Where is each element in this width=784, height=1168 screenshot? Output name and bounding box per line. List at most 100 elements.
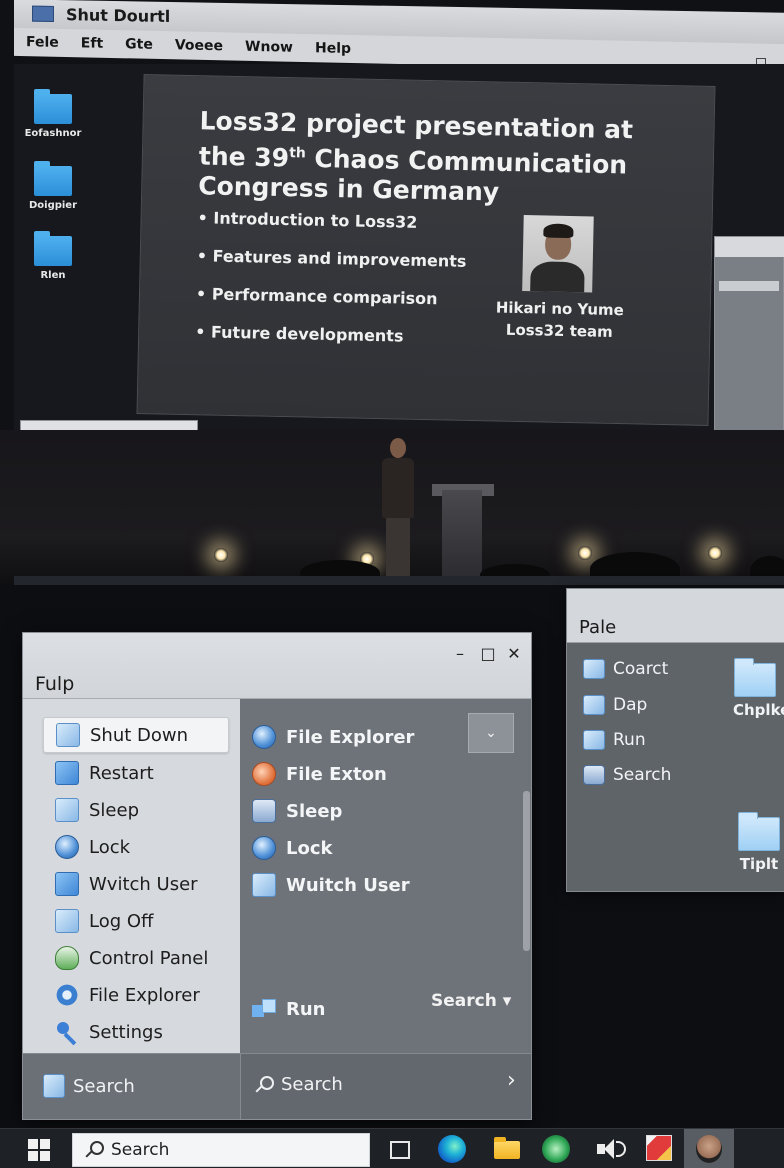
chevron-right-icon[interactable]: › [507, 1068, 516, 1093]
right-item-file-exton[interactable]: File Exton [252, 756, 452, 792]
scrollbar[interactable] [523, 791, 530, 951]
desktop-icon-label: Rlen [40, 270, 66, 281]
menu-item-settings[interactable]: Settings [43, 1014, 229, 1050]
search-app-icon [43, 1074, 65, 1098]
start-menu-title: Fulp [35, 673, 75, 695]
menu-item-switch-user[interactable]: Wvitch User [43, 866, 229, 902]
right-item-switch-user[interactable]: Wuitch User [252, 867, 452, 903]
menu-item-label: Settings [89, 1021, 163, 1043]
volume-waves-icon [616, 1141, 626, 1157]
windows-start-icon[interactable] [28, 1139, 50, 1161]
file-explorer-icon[interactable] [492, 1135, 522, 1163]
taskbar-search-label: Search [111, 1140, 170, 1160]
file-window: Pale Coarct Dap Run Search Chplke Tiplt [566, 588, 784, 892]
menu-item-log-off[interactable]: Log Off [43, 903, 229, 939]
xbox-icon[interactable] [542, 1135, 570, 1163]
desktop-icon[interactable]: Rlen [18, 231, 88, 281]
menu-item-sleep[interactable]: Sleep [43, 792, 229, 828]
menu-item-file-explorer[interactable]: File Explorer [43, 977, 229, 1013]
file-item-search[interactable]: Search [583, 765, 671, 785]
switch-user-icon [55, 872, 79, 896]
window-app-icon [32, 5, 54, 22]
file-window-titlebar: Pale [567, 589, 784, 643]
chevron-down-icon[interactable]: ⌄ [468, 713, 514, 753]
menu-item-go[interactable]: Gte [125, 36, 153, 53]
maximize-button[interactable]: □ [477, 643, 499, 665]
file-item-label: Coarct [613, 659, 669, 679]
taskbar-search-box[interactable]: Search [72, 1133, 370, 1167]
task-view-icon[interactable] [384, 1135, 414, 1163]
right-item-label: Wuitch User [286, 874, 410, 896]
menu-item-label: Restart [89, 762, 154, 784]
projected-taskbar [14, 576, 784, 585]
menu-item-edit[interactable]: Eft [81, 35, 103, 51]
right-item-run[interactable]: Run [252, 991, 452, 1027]
close-button[interactable]: ✕ [503, 643, 525, 665]
folder-icon [734, 658, 776, 697]
taskbar: Search [0, 1128, 784, 1168]
menu-item-view[interactable]: Voeee [175, 37, 223, 54]
photos-app-icon[interactable] [646, 1135, 672, 1161]
screen: Shut Dourtl Fele Eft Gte Voeee Wnow Help… [0, 0, 784, 1168]
folder-chplke[interactable]: Chplke [733, 658, 784, 719]
search-label: Search [281, 1074, 343, 1095]
search-button[interactable]: Search [43, 1074, 135, 1098]
folder-icon [34, 231, 72, 266]
right-item-file-explorer[interactable]: File Explorer [252, 719, 452, 755]
shutdown-icon [56, 723, 80, 747]
file-item-run[interactable]: Run [583, 730, 646, 750]
folder-icon [583, 695, 605, 715]
desktop-icon[interactable]: Doigpier [18, 161, 88, 211]
menu-item-help[interactable]: Help [315, 40, 351, 57]
search-dropdown[interactable]: Search ▾ [431, 991, 511, 1011]
file-explorer-icon [55, 983, 79, 1007]
search-icon [85, 1141, 104, 1159]
file-window-title: Pale [579, 617, 617, 638]
slide-bullet: Introduction to Loss32 [197, 208, 467, 233]
sleep-icon [55, 798, 79, 822]
run-icon [252, 997, 276, 1021]
menu-item-restart[interactable]: Restart [43, 755, 229, 791]
search-icon [255, 1075, 274, 1094]
control-panel-icon [55, 946, 79, 970]
slide-bullet: Performance comparison [196, 284, 466, 309]
search-button[interactable]: Search [255, 1074, 343, 1095]
projected-screen-photo: Shut Dourtl Fele Eft Gte Voeee Wnow Help… [0, 0, 784, 585]
folder-icon [34, 161, 72, 196]
slide-bullet-list: Introduction to Loss32 Features and impr… [195, 208, 468, 366]
search-label: Search [73, 1075, 135, 1097]
log-off-icon [55, 909, 79, 933]
right-item-sleep[interactable]: Sleep [252, 793, 452, 829]
menu-item-label: Log Off [89, 910, 154, 932]
search-icon [583, 765, 605, 785]
folder-tiplt[interactable]: Tiplt [737, 812, 781, 873]
file-item-label: Dap [613, 695, 648, 715]
lock-icon [252, 836, 276, 860]
sleep-icon [252, 799, 276, 823]
folder-label: Tiplt [739, 855, 779, 873]
menu-item-control-panel[interactable]: Control Panel [43, 940, 229, 976]
minimize-button[interactable]: – [449, 643, 471, 665]
slide-title: Loss32 project presentation at the 39th … [198, 106, 670, 211]
file-item-dap[interactable]: Dap [583, 695, 647, 715]
desktop-icon[interactable]: Eofashnor [18, 89, 88, 139]
folder-icon [583, 730, 605, 750]
file-item-coarct[interactable]: Coarct [583, 659, 668, 679]
speaker-name: Hikari no Yume [495, 298, 624, 320]
speaker-team: Loss32 team [505, 320, 613, 341]
right-item-label: Sleep [286, 800, 343, 822]
folder-icon [738, 812, 780, 851]
presentation-slide: Loss32 project presentation at the 39th … [136, 74, 716, 426]
projected-window-title: Shut Dourtl [66, 5, 171, 27]
menu-item-label: Lock [89, 836, 131, 858]
edge-browser-icon[interactable] [438, 1135, 466, 1163]
right-item-lock[interactable]: Lock [252, 830, 452, 866]
menu-item-file[interactable]: Fele [26, 34, 59, 51]
start-menu-window: Fulp – □ ✕ Shut Down Restart Sleep Lock [22, 632, 532, 1120]
menu-item-shut-down[interactable]: Shut Down [43, 717, 229, 753]
menu-item-lock[interactable]: Lock [43, 829, 229, 865]
menu-item-window[interactable]: Wnow [245, 39, 293, 56]
user-avatar[interactable] [684, 1129, 734, 1168]
menu-item-label: Control Panel [89, 947, 209, 969]
start-menu-bottom-left: Search [23, 1053, 240, 1119]
